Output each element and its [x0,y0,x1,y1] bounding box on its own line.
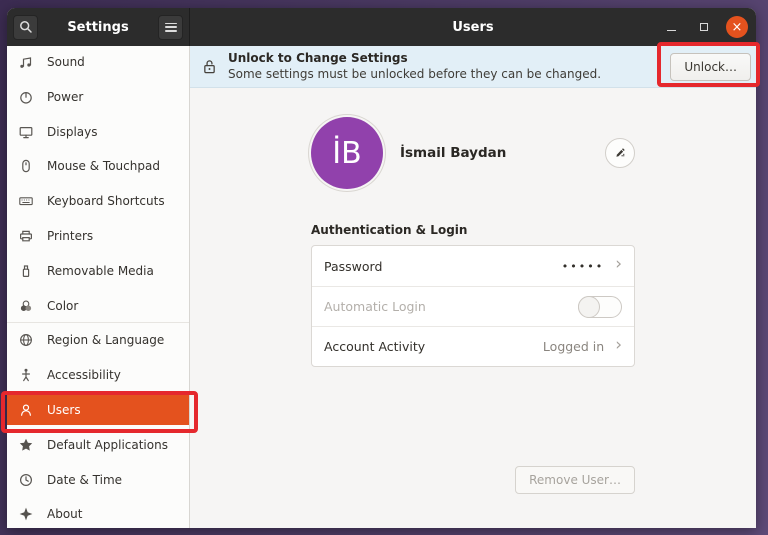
sidebar-item-date-time[interactable]: Date & Time [7,465,189,495]
content-column: İB İsmail Baydan Authentication & Login … [311,88,635,494]
sidebar-item-label: Users [47,402,81,417]
sidebar-item-power[interactable]: Power [7,82,189,112]
sidebar-item-label: Accessibility [47,368,121,383]
unlock-button[interactable]: Unlock… [670,52,751,81]
password-dots: ••••• [561,259,605,273]
power-icon [18,89,34,105]
sidebar-item-label: Power [47,89,84,104]
banner-text: Unlock to Change Settings Some settings … [228,51,670,82]
window-body: Sound Power Displays Mouse & Touchpad Ke… [7,46,756,528]
sidebar-item-default-applications[interactable]: Default Applications [7,430,189,460]
clock-icon [18,472,34,488]
titlebar-right: Users × [190,8,756,46]
sidebar-item-accessibility[interactable]: Accessibility [7,360,189,390]
hamburger-menu-icon [164,22,177,32]
account-activity-row[interactable]: Account Activity Logged in › [312,326,634,366]
automatic-login-toggle[interactable] [578,295,622,318]
sidebar-item-label: Mouse & Touchpad [47,159,160,174]
sidebar-item-sound[interactable]: Sound [7,47,189,77]
desktop-background: Settings Users × Sound Power Displays Mo… [0,0,768,535]
user-full-name: İsmail Baydan [400,145,507,161]
printer-icon [18,228,34,244]
unlock-banner: Unlock to Change Settings Some settings … [190,46,756,88]
app-title: Settings [67,19,129,35]
sidebar-item-color[interactable]: Color [7,291,189,321]
close-icon: × [731,19,743,35]
account-activity-label: Account Activity [324,339,426,354]
sidebar-item-label: Printers [47,228,94,243]
sidebar-item-label: Removable Media [47,263,154,278]
menu-button[interactable] [158,14,183,40]
edit-name-button[interactable] [605,138,635,168]
titlebar-left: Settings [7,8,190,46]
sidebar-item-label: Date & Time [47,472,123,487]
maximize-button[interactable] [691,14,717,40]
search-button[interactable] [13,14,38,40]
sidebar-item-label: Region & Language [47,333,165,348]
removable-media-icon [18,263,34,279]
auth-section-title: Authentication & Login [311,223,468,237]
color-icon [18,298,34,314]
settings-window: Settings Users × Sound Power Displays Mo… [7,8,756,528]
mouse-icon [18,158,34,174]
accessibility-icon [18,367,34,383]
sound-icon [18,54,34,70]
chevron-right-icon: › [615,254,622,274]
sidebar-item-users[interactable]: Users [7,394,189,425]
four-point-star-icon [18,506,34,522]
sidebar-item-mouse-touchpad[interactable]: Mouse & Touchpad [7,151,189,181]
minimize-button[interactable] [658,14,684,40]
remove-user-button[interactable]: Remove User… [515,466,635,494]
user-row: İB İsmail Baydan [311,117,635,189]
password-row[interactable]: Password ••••• › [312,246,634,286]
sidebar-item-label: About [47,507,83,522]
keyboard-icon [18,193,34,209]
titlebar: Settings Users × [7,8,756,46]
sidebar-item-removable-media[interactable]: Removable Media [7,256,189,286]
sidebar-item-label: Color [47,298,79,313]
pencil-icon [613,146,627,160]
automatic-login-row: Automatic Login [312,286,634,326]
sidebar-item-keyboard-shortcuts[interactable]: Keyboard Shortcuts [7,186,189,216]
sidebar-item-region-language[interactable]: Region & Language [7,322,189,355]
auth-list: Password ••••• › Automatic Login Account… [311,245,635,367]
minimize-icon [666,29,676,32]
account-activity-value: Logged in [542,339,605,354]
sidebar-item-printers[interactable]: Printers [7,221,189,251]
displays-icon [18,124,34,140]
avatar[interactable]: İB [311,117,383,189]
sidebar-item-label: Keyboard Shortcuts [47,194,165,209]
sidebar-item-label: Displays [47,124,98,139]
search-icon [18,19,34,35]
sidebar-item-displays[interactable]: Displays [7,117,189,147]
sidebar-item-about[interactable]: About [7,499,189,528]
banner-title: Unlock to Change Settings [228,50,408,65]
password-label: Password [324,258,383,274]
lock-icon [201,58,218,76]
sidebar-item-label: Default Applications [47,437,168,452]
automatic-login-label: Automatic Login [324,299,426,314]
sidebar-item-label: Sound [47,55,85,69]
sidebar: Sound Power Displays Mouse & Touchpad Ke… [7,46,190,528]
maximize-icon [700,23,708,31]
users-panel: Unlock to Change Settings Some settings … [190,46,756,528]
toggle-knob [578,295,600,318]
banner-subtitle: Some settings must be unlocked before th… [228,66,602,81]
users-icon [18,402,34,418]
chevron-right-icon: › [615,334,622,355]
close-button[interactable]: × [726,16,748,38]
globe-icon [18,332,34,348]
star-icon [18,437,34,453]
